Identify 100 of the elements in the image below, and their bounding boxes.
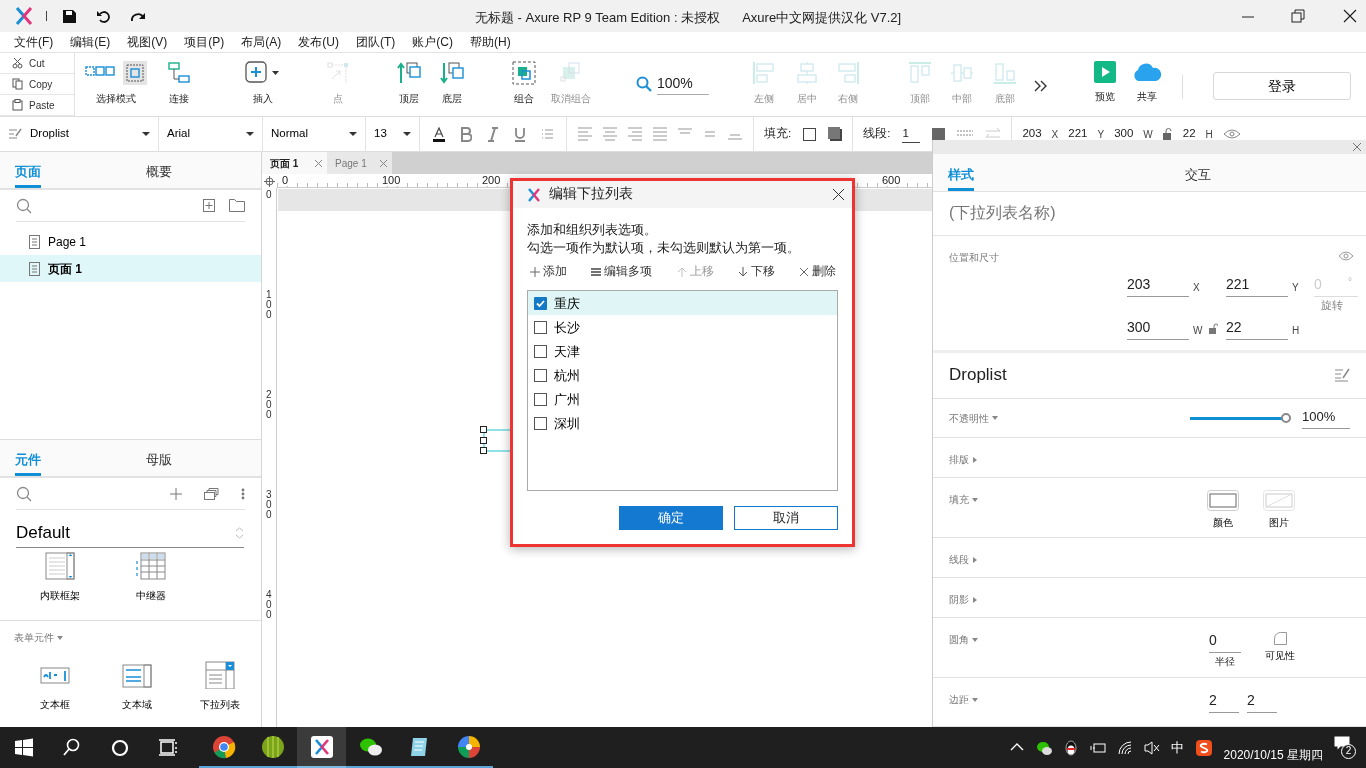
toolbar-button[interactable]: 选择模式 bbox=[85, 61, 147, 106]
cortana-icon[interactable] bbox=[110, 737, 130, 758]
list-option[interactable]: 长沙 bbox=[528, 315, 837, 340]
toolbar-button[interactable]: 预览 bbox=[1094, 61, 1116, 104]
list-option[interactable]: 深圳 bbox=[528, 411, 837, 436]
italic-icon[interactable] bbox=[487, 126, 499, 142]
menu-item[interactable]: 帮助(H) bbox=[470, 33, 511, 51]
toolbar-button[interactable]: 插入 bbox=[245, 61, 281, 106]
task-view-icon[interactable] bbox=[158, 737, 178, 758]
lock-icon[interactable] bbox=[1209, 322, 1218, 334]
number-field[interactable]: 2 bbox=[1247, 690, 1277, 714]
menu-item[interactable]: 团队(T) bbox=[356, 33, 396, 51]
checkbox[interactable] bbox=[534, 320, 547, 334]
input-method-indicator[interactable]: 中 bbox=[1170, 737, 1184, 758]
chat-bubbles-icon[interactable] bbox=[1035, 739, 1052, 756]
clock-date[interactable]: 2020/10/15 星期四 bbox=[1223, 745, 1323, 764]
coordinate-field[interactable]: 22 bbox=[1182, 125, 1196, 143]
section-header[interactable]: 排版 bbox=[949, 452, 978, 468]
folder-icon[interactable] bbox=[229, 199, 245, 212]
shadow-swatch[interactable] bbox=[828, 127, 843, 141]
widget-tile[interactable]: 文本框 bbox=[14, 661, 97, 712]
widget-tile[interactable]: 文本域 bbox=[96, 661, 179, 712]
toolbar-button[interactable]: 组合 bbox=[512, 61, 536, 106]
fill-option[interactable]: 图片 bbox=[1263, 490, 1295, 531]
toolbar-button[interactable]: 共享 bbox=[1132, 61, 1162, 104]
toolbar-button[interactable]: 顶层 bbox=[397, 61, 421, 106]
checkbox[interactable] bbox=[534, 392, 547, 406]
search-icon[interactable] bbox=[62, 737, 82, 758]
menu-item[interactable]: 文件(F) bbox=[14, 33, 54, 51]
menu-item[interactable]: 项目(P) bbox=[184, 33, 225, 51]
menu-item[interactable]: 编辑(E) bbox=[70, 33, 111, 51]
section-header[interactable]: 阴影 bbox=[949, 592, 978, 608]
list-option[interactable]: 杭州 bbox=[528, 363, 837, 388]
restore-icon[interactable] bbox=[1290, 8, 1306, 24]
number-field[interactable]: 22 bbox=[1226, 316, 1288, 340]
panel-tab[interactable]: 母版 bbox=[145, 451, 261, 476]
checkbox[interactable] bbox=[534, 344, 547, 358]
fill-color-swatch[interactable] bbox=[803, 127, 817, 141]
panel-tab[interactable]: 交互 bbox=[1185, 166, 1285, 191]
widget-tile[interactable]: 中继器 bbox=[105, 552, 196, 620]
dialog-action[interactable]: 下移 bbox=[737, 263, 775, 281]
dialog-action[interactable]: 添加 bbox=[530, 263, 567, 281]
menu-item[interactable]: 账户(C) bbox=[412, 33, 453, 51]
widget-tile[interactable]: 下拉列表 bbox=[178, 661, 261, 712]
cancel-button[interactable]: 取消 bbox=[734, 506, 838, 531]
style-edit-icon[interactable] bbox=[1334, 368, 1350, 383]
input-method-icon[interactable] bbox=[1194, 738, 1213, 757]
number-field[interactable]: 0 bbox=[1209, 630, 1241, 654]
bold-icon[interactable] bbox=[460, 126, 472, 142]
more-icon[interactable] bbox=[241, 487, 245, 500]
section-header[interactable]: 边距 bbox=[949, 692, 978, 708]
muted-speaker-icon[interactable] bbox=[1143, 739, 1160, 756]
checkbox[interactable] bbox=[534, 368, 547, 382]
menu-item[interactable]: 视图(V) bbox=[127, 33, 168, 51]
eye-icon[interactable] bbox=[1338, 250, 1354, 261]
number-field[interactable]: 221 bbox=[1226, 273, 1288, 297]
plus-icon[interactable] bbox=[170, 487, 182, 500]
list-option[interactable]: 重庆 bbox=[528, 291, 837, 316]
coordinate-field[interactable]: 221 bbox=[1068, 125, 1088, 143]
save-icon[interactable] bbox=[62, 9, 78, 24]
wifi-icon[interactable] bbox=[1116, 739, 1133, 756]
close-button[interactable] bbox=[833, 189, 844, 200]
close-icon[interactable] bbox=[1342, 8, 1358, 24]
section-header[interactable]: 填充 bbox=[949, 492, 978, 508]
panel-tab[interactable]: 页面 bbox=[15, 163, 131, 188]
login-button[interactable]: 登录 bbox=[1213, 72, 1351, 100]
section-header[interactable]: 圆角 bbox=[949, 632, 978, 648]
widget-tile[interactable]: 内联框架 bbox=[14, 552, 105, 620]
library-dropdown[interactable]: Default bbox=[16, 518, 244, 548]
number-field[interactable]: 300 bbox=[1127, 316, 1189, 340]
coordinate-field[interactable]: 300 bbox=[1114, 125, 1134, 143]
penguin-icon[interactable] bbox=[1062, 739, 1079, 756]
document-tab[interactable]: 页面 1 bbox=[262, 152, 327, 174]
section-label[interactable]: 不透明性 bbox=[949, 410, 998, 426]
dialog-action[interactable]: 删除 bbox=[799, 263, 836, 281]
line-width-field[interactable]: 1 bbox=[902, 124, 921, 144]
document-tab[interactable]: Page 1 bbox=[327, 152, 392, 174]
opacity-field[interactable]: 100% bbox=[1302, 407, 1350, 429]
page-item[interactable]: 页面 1 bbox=[0, 255, 261, 282]
add-page-icon[interactable] bbox=[203, 199, 215, 212]
page-item[interactable]: Page 1 bbox=[0, 228, 261, 255]
checkbox[interactable] bbox=[534, 296, 547, 310]
coordinate-field[interactable]: 203 bbox=[1022, 125, 1042, 143]
menu-item[interactable]: 发布(U) bbox=[298, 33, 339, 51]
list-option[interactable]: 天津 bbox=[528, 339, 837, 364]
undo-icon[interactable] bbox=[96, 9, 112, 24]
line-color-swatch[interactable] bbox=[932, 127, 946, 141]
number-field[interactable]: 203 bbox=[1127, 273, 1189, 297]
double-chevron-icon[interactable] bbox=[1034, 79, 1048, 93]
dialog-action[interactable]: 编辑多项 bbox=[591, 263, 653, 281]
toolbar-button[interactable]: 底层 bbox=[440, 61, 464, 106]
eye-icon[interactable] bbox=[1222, 129, 1241, 139]
lock-icon[interactable] bbox=[1162, 128, 1173, 140]
fill-option[interactable]: 颜色 bbox=[1207, 490, 1239, 531]
layers-icon[interactable] bbox=[204, 487, 219, 500]
toolbar-button[interactable]: 连接 bbox=[167, 61, 191, 106]
ok-button[interactable]: 确定 bbox=[619, 506, 723, 531]
visibility-toggle[interactable]: 可见性 bbox=[1265, 632, 1295, 664]
menu-item[interactable]: 布局(A) bbox=[241, 33, 282, 51]
checkbox[interactable] bbox=[534, 416, 547, 430]
